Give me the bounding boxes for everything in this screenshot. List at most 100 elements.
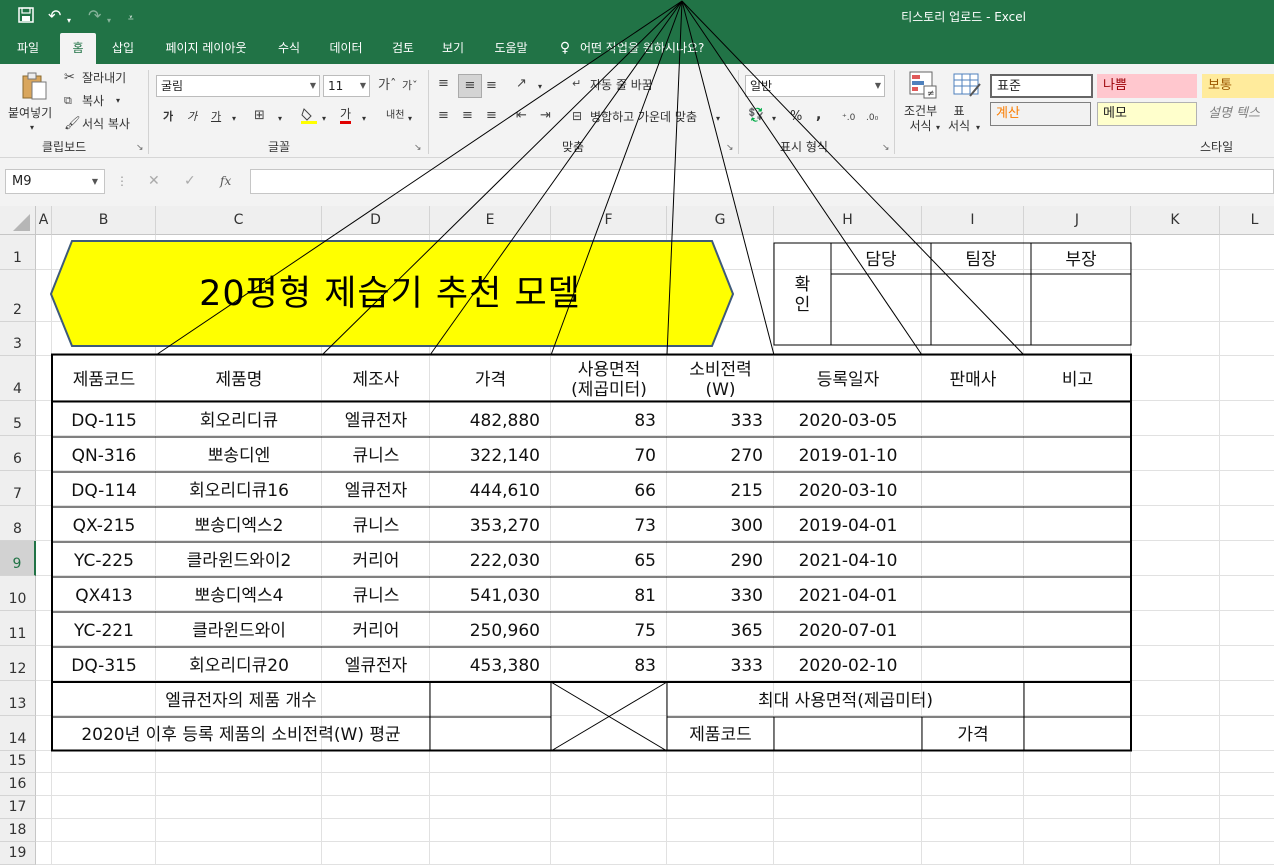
table-cell-r6-c3[interactable]: 큐니스 xyxy=(322,586,430,606)
summary-max-area-label[interactable]: 최대 사용면적(제곱미터) xyxy=(667,691,1024,711)
row-header-9[interactable]: 9 xyxy=(0,541,36,576)
font-name-combo[interactable]: 굴림 ▼ xyxy=(156,75,320,97)
approval-role-1[interactable]: 담당 xyxy=(831,250,931,270)
confirm-entry-icon[interactable]: ✓ xyxy=(184,173,196,189)
table-cell-r1-c2[interactable]: 회오리디큐 xyxy=(156,411,322,431)
table-cell-r6-c1[interactable]: QX413 xyxy=(52,586,156,606)
tab-help[interactable]: 도움말 xyxy=(484,33,538,64)
paste-icon[interactable] xyxy=(18,70,50,102)
table-cell-r5-c2[interactable]: 클라윈드와이2 xyxy=(156,551,322,571)
table-cell-r6-c7[interactable]: 2021-04-01 xyxy=(774,586,922,606)
table-cell-r2-c7[interactable]: 2019-01-10 xyxy=(774,446,922,466)
row-header-10[interactable]: 10 xyxy=(0,576,36,611)
row-header-12[interactable]: 12 xyxy=(0,646,36,681)
align-right-icon[interactable]: ≡ xyxy=(486,108,497,124)
borders-dropdown-icon[interactable]: ▾ xyxy=(278,111,282,127)
table-cell-r3-c6[interactable]: 215 xyxy=(667,481,774,501)
table-cell-r6-c6[interactable]: 330 xyxy=(667,586,774,606)
table-cell-r3-c5[interactable]: 66 xyxy=(551,481,667,501)
align-left-icon[interactable]: ≡ xyxy=(438,108,449,124)
align-center-icon[interactable]: ≡ xyxy=(462,108,473,124)
row-header-15[interactable]: 15 xyxy=(0,751,36,773)
table-cell-r2-c3[interactable]: 큐니스 xyxy=(322,446,430,466)
tab-view[interactable]: 보기 xyxy=(434,33,472,64)
table-cell-r1-c4[interactable]: 482,880 xyxy=(430,411,551,431)
currency-icon[interactable]: 💱 xyxy=(748,108,764,124)
row-header-18[interactable]: 18 xyxy=(0,819,36,842)
phonetic-button[interactable]: 내천 xyxy=(386,108,404,124)
alignment-launcher-icon[interactable]: ↘ xyxy=(726,143,734,153)
table-cell-r7-c7[interactable]: 2020-07-01 xyxy=(774,621,922,641)
table-cell-r6-c2[interactable]: 뽀송디엑스4 xyxy=(156,586,322,606)
table-cell-r8-c7[interactable]: 2020-02-10 xyxy=(774,656,922,676)
table-cell-r4-c7[interactable]: 2019-04-01 xyxy=(774,516,922,536)
approval-role-2[interactable]: 팀장 xyxy=(931,250,1031,270)
table-header-1[interactable]: 제품코드 xyxy=(52,370,156,390)
table-cell-r7-c4[interactable]: 250,960 xyxy=(430,621,551,641)
italic-button[interactable]: 가 xyxy=(187,109,197,125)
tab-formulas[interactable]: 수식 xyxy=(270,33,308,64)
table-cell-r2-c4[interactable]: 322,140 xyxy=(430,446,551,466)
copy-dropdown-icon[interactable]: ▾ xyxy=(116,93,120,109)
approval-label[interactable]: 확 인 xyxy=(774,275,831,315)
table-cell-r7-c6[interactable]: 365 xyxy=(667,621,774,641)
table-cell-r3-c7[interactable]: 2020-03-10 xyxy=(774,481,922,501)
table-cell-r2-c2[interactable]: 뽀송디엔 xyxy=(156,446,322,466)
decrease-indent-icon[interactable]: ⇤ xyxy=(516,108,527,124)
row-header-17[interactable]: 17 xyxy=(0,796,36,819)
table-header-2[interactable]: 제품명 xyxy=(156,370,322,390)
conditional-format-icon[interactable]: ≠ xyxy=(908,70,938,105)
comma-button[interactable]: , xyxy=(816,107,821,123)
column-header-e[interactable]: E xyxy=(430,206,551,235)
table-cell-r5-c7[interactable]: 2021-04-10 xyxy=(774,551,922,571)
tab-page-layout[interactable]: 페이지 레이아웃 xyxy=(154,33,258,64)
align-bottom-icon[interactable]: ≡ xyxy=(486,78,497,94)
table-cell-r5-c4[interactable]: 222,030 xyxy=(430,551,551,571)
underline-dropdown-icon[interactable]: ▾ xyxy=(232,111,236,127)
table-cell-r8-c2[interactable]: 회오리디큐20 xyxy=(156,656,322,676)
tell-me-search[interactable]: 어떤 작업을 원하시나요? xyxy=(580,33,726,64)
format-as-table-icon[interactable] xyxy=(952,70,982,105)
table-header-8[interactable]: 판매사 xyxy=(922,370,1024,390)
table-cell-r6-c5[interactable]: 81 xyxy=(551,586,667,606)
row-header-16[interactable]: 16 xyxy=(0,773,36,796)
table-cell-r4-c4[interactable]: 353,270 xyxy=(430,516,551,536)
increase-font-icon[interactable]: 가ˆ xyxy=(378,78,396,94)
decrease-font-icon[interactable]: 가ˇ xyxy=(402,78,418,94)
table-header-5[interactable]: 사용면적 (제곱미터) xyxy=(551,360,667,400)
tab-insert[interactable]: 삽입 xyxy=(104,33,142,64)
summary-avg-power-label[interactable]: 2020년 이후 등록 제품의 소비전력(W) 평균 xyxy=(52,725,430,745)
style-explanatory[interactable]: 설명 텍스 xyxy=(1202,102,1274,126)
row-header-6[interactable]: 6 xyxy=(0,436,36,471)
table-cell-r3-c2[interactable]: 회오리디큐16 xyxy=(156,481,322,501)
format-painter-button[interactable]: 서식 복사 xyxy=(82,116,130,132)
format-as-table-button[interactable]: 표 서식 xyxy=(948,104,970,134)
summary-price-label[interactable]: 가격 xyxy=(922,725,1024,745)
name-box[interactable]: M9 ▼ xyxy=(5,169,105,194)
decrease-decimal-icon[interactable]: .0₀ xyxy=(866,110,878,126)
number-launcher-icon[interactable]: ↘ xyxy=(882,143,890,153)
summary-code-label[interactable]: 제품코드 xyxy=(667,725,774,745)
style-normal[interactable]: 표준 xyxy=(990,74,1093,98)
row-header-7[interactable]: 7 xyxy=(0,471,36,506)
orientation-icon[interactable]: ↗ xyxy=(516,76,527,92)
row-header-3[interactable]: 3 xyxy=(0,322,36,356)
table-cell-r5-c3[interactable]: 커리어 xyxy=(322,551,430,571)
table-cell-r1-c3[interactable]: 엘큐전자 xyxy=(322,411,430,431)
underline-button[interactable]: 가 xyxy=(211,109,221,125)
conditional-dropdown-icon[interactable]: ▾ xyxy=(936,120,940,136)
font-color-button[interactable]: 가 xyxy=(340,107,352,124)
table-cell-r1-c7[interactable]: 2020-03-05 xyxy=(774,411,922,431)
clipboard-launcher-icon[interactable]: ↘ xyxy=(136,143,144,153)
copy-button[interactable]: 복사 xyxy=(82,93,104,109)
table-header-7[interactable]: 등록일자 xyxy=(774,370,922,390)
row-header-14[interactable]: 14 xyxy=(0,716,36,751)
tab-review[interactable]: 검토 xyxy=(384,33,422,64)
table-cell-r2-c5[interactable]: 70 xyxy=(551,446,667,466)
borders-icon[interactable]: ⊞ xyxy=(254,108,265,124)
summary-lq-count-label[interactable]: 엘큐전자의 제품 개수 xyxy=(52,691,430,711)
font-size-combo[interactable]: 11 ▼ xyxy=(323,75,370,97)
table-header-9[interactable]: 비고 xyxy=(1024,370,1131,390)
wrap-text-button[interactable]: 자동 줄 바꿈 xyxy=(590,77,653,93)
row-header-13[interactable]: 13 xyxy=(0,681,36,716)
